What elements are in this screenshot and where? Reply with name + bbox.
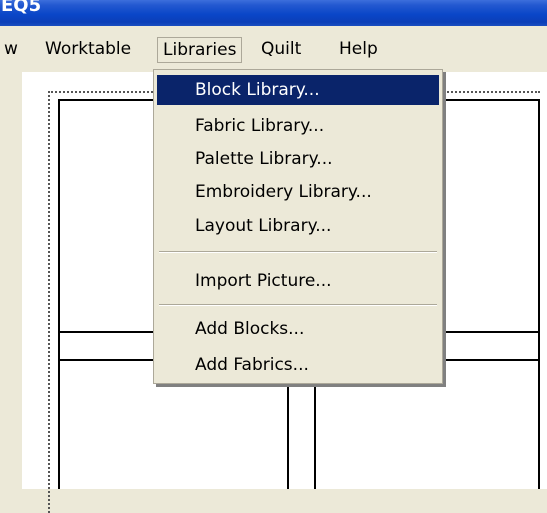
menu-item-palette-library[interactable]: Palette Library... xyxy=(157,144,439,174)
menu-separator xyxy=(159,304,437,306)
sashing-vertical-left xyxy=(287,384,289,489)
title-bar: EQ5 xyxy=(0,0,547,26)
menu-view[interactable]: w xyxy=(4,37,18,61)
menu-item-add-blocks[interactable]: Add Blocks... xyxy=(157,314,439,344)
menu-quilt[interactable]: Quilt xyxy=(261,37,301,61)
menu-item-embroidery-library[interactable]: Embroidery Library... xyxy=(157,177,439,207)
window-title: EQ5 xyxy=(1,0,42,16)
menu-item-fabric-library[interactable]: Fabric Library... xyxy=(157,111,439,141)
menu-help[interactable]: Help xyxy=(339,37,378,61)
menu-worktable[interactable]: Worktable xyxy=(45,37,131,61)
menu-bar: w Worktable Libraries Quilt Help xyxy=(0,26,547,72)
menu-item-add-fabrics[interactable]: Add Fabrics... xyxy=(157,350,439,380)
menu-item-layout-library[interactable]: Layout Library... xyxy=(157,211,439,241)
menu-item-label: Fabric Library... xyxy=(195,116,325,136)
left-panel-edge xyxy=(0,72,22,489)
menu-item-label: Import Picture... xyxy=(195,271,332,291)
libraries-dropdown-menu: Block Library... Fabric Library... Palet… xyxy=(153,69,443,384)
menu-item-label: Block Library... xyxy=(195,80,320,100)
menu-separator xyxy=(159,251,437,253)
quilt-border-left xyxy=(58,99,60,489)
menu-item-block-library[interactable]: Block Library... xyxy=(157,75,439,105)
menu-item-label: Add Blocks... xyxy=(195,319,305,339)
menu-item-import-picture[interactable]: Import Picture... xyxy=(157,266,439,296)
quilt-border-right xyxy=(538,99,540,489)
menu-item-label: Layout Library... xyxy=(195,216,332,236)
menu-item-label: Palette Library... xyxy=(195,149,333,169)
sashing-vertical-right xyxy=(314,384,316,489)
menu-item-label: Add Fabrics... xyxy=(195,355,309,375)
menu-item-label: Embroidery Library... xyxy=(195,182,372,202)
menu-libraries[interactable]: Libraries xyxy=(157,37,243,63)
